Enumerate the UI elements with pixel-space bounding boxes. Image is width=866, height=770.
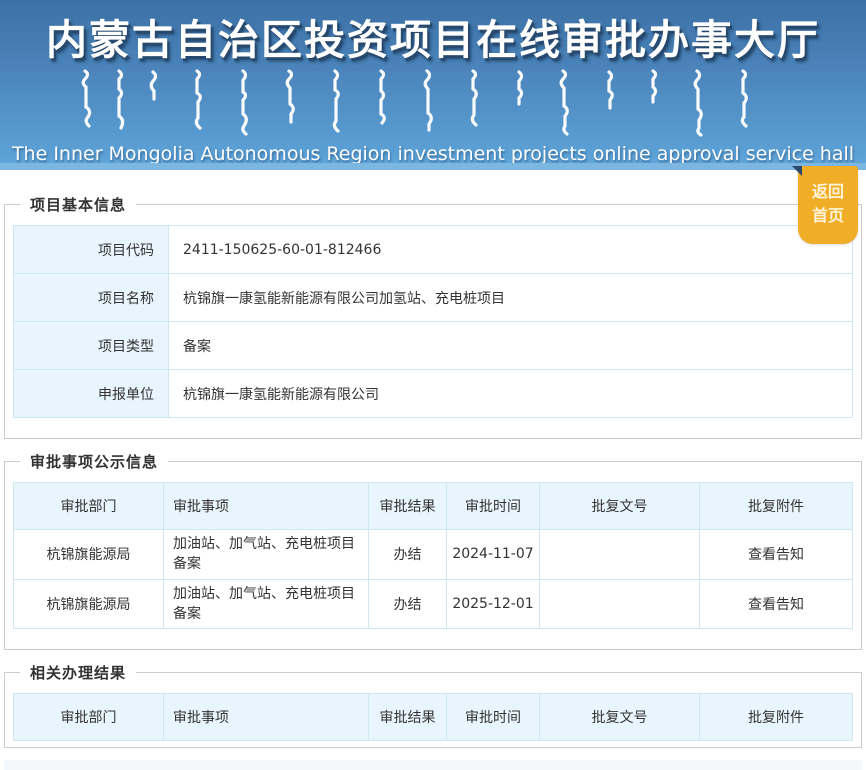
project-type-value: 备案	[168, 321, 853, 370]
section-title-basic-info: 项目基本信息	[30, 196, 127, 214]
site-title-chinese: 内蒙古自治区投资项目在线审批办事大厅	[46, 16, 820, 64]
column-header-attachment: 批复附件	[699, 482, 853, 530]
doc-number-cell	[539, 578, 700, 630]
basic-info-table: 项目代码 2411-150625-60-01-812466 项目名称 杭锦旗一康…	[13, 225, 853, 418]
row-label: 项目名称	[13, 273, 169, 322]
date-cell: 2024-11-07	[446, 529, 540, 580]
row-label: 项目代码	[13, 225, 169, 274]
project-name-value: 杭锦旗一康氢能新能源有限公司加氢站、充电桩项目	[168, 273, 853, 322]
result-cell: 办结	[368, 578, 447, 630]
doc-number-cell	[539, 529, 700, 580]
table-row: 杭锦旗能源局 加油站、加气站、充电桩项目备案 办结 2025-12-01 查看告…	[13, 578, 853, 630]
dept-cell: 杭锦旗能源局	[13, 578, 164, 630]
section-basic-info: 项目基本信息 项目代码 2411-150625-60-01-812466 项目名…	[4, 194, 862, 439]
table-row: 项目名称 杭锦旗一康氢能新能源有限公司加氢站、充电桩项目	[13, 273, 853, 322]
section-approval-publicity: 审批事项公示信息 审批部门 审批事项 审批结果 审批时间 批复文号 批复附件 杭…	[4, 451, 862, 651]
mongolian-script-decoration	[81, 69, 748, 137]
item-cell: 加油站、加气站、充电桩项目备案	[163, 529, 369, 580]
site-subtitle-english: The Inner Mongolia Autonomous Region inv…	[11, 143, 855, 165]
approval-publicity-table: 审批部门 审批事项 审批结果 审批时间 批复文号 批复附件 杭锦旗能源局 加油站…	[13, 482, 853, 630]
table-row: 项目类型 备案	[13, 321, 853, 370]
return-home-label-line2: 首页	[811, 206, 844, 225]
return-home-button[interactable]: 返回 首页	[792, 166, 858, 244]
project-code-value: 2411-150625-60-01-812466	[168, 225, 853, 274]
page-bottom-strip	[4, 760, 862, 770]
date-cell: 2025-12-01	[446, 578, 540, 630]
column-header-dept: 审批部门	[13, 482, 164, 530]
row-label: 申报单位	[13, 369, 169, 418]
return-home-label-line1: 返回	[811, 182, 844, 201]
section-title-approval-publicity: 审批事项公示信息	[30, 453, 159, 471]
table-header-row: 审批部门 审批事项 审批结果 审批时间 批复文号 批复附件	[13, 482, 853, 530]
site-header: 内蒙古自治区投资项目在线审批办事大厅 The Inner Mongolia Au…	[0, 0, 866, 170]
row-label: 项目类型	[13, 321, 169, 370]
item-cell: 加油站、加气站、充电桩项目备案	[163, 578, 369, 630]
column-header-item: 审批事项	[163, 482, 369, 530]
table-row: 杭锦旗能源局 加油站、加气站、充电桩项目备案 办结 2024-11-07 查看告…	[13, 529, 853, 580]
table-row: 申报单位 杭锦旗一康氢能新能源有限公司	[13, 369, 853, 418]
column-header-date: 审批时间	[446, 482, 540, 530]
result-cell: 办结	[368, 529, 447, 580]
declaring-unit-value: 杭锦旗一康氢能新能源有限公司	[168, 369, 853, 418]
view-notice-link[interactable]: 查看告知	[699, 529, 853, 580]
column-header-result: 审批结果	[368, 482, 447, 530]
section-related-results: 相关办理结果 审批部门 审批事项 审批结果 审批时间 批复文号 批复附件	[4, 662, 862, 749]
dept-cell: 杭锦旗能源局	[13, 529, 164, 580]
main-content: 项目基本信息 项目代码 2411-150625-60-01-812466 项目名…	[0, 170, 866, 770]
table-row: 项目代码 2411-150625-60-01-812466	[13, 225, 853, 274]
column-header-doc-number: 批复文号	[539, 482, 700, 530]
section-title-related-results: 相关办理结果	[30, 664, 127, 683]
view-notice-link[interactable]: 查看告知	[699, 578, 853, 630]
